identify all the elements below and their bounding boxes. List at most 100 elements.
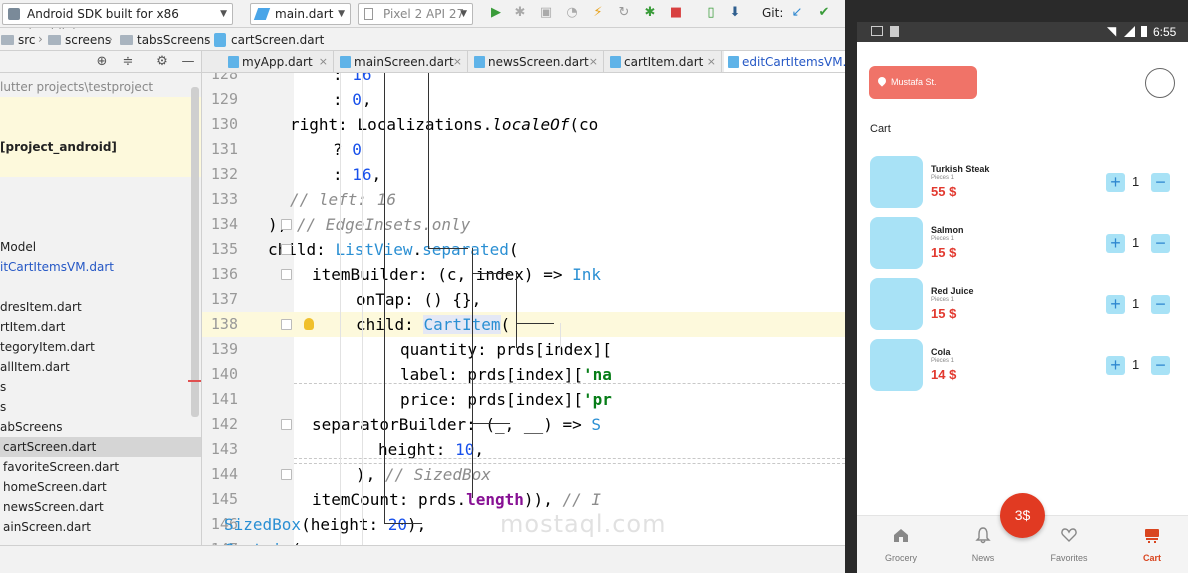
nav-label: Grocery [884,553,917,563]
profile-icon[interactable]: ◔ [564,5,580,21]
tree-item-label: favoriteScreen.dart [3,460,120,474]
tree-item[interactable] [0,197,201,217]
indent-guide [472,423,510,424]
code-editor[interactable]: 128: 16 129: 0, 130 right: Localizations.lo… [202,73,845,545]
tree-item-label: homeScreen.dart [3,480,107,494]
hide-panel-icon[interactable]: — [180,54,196,70]
breadcrumb-item[interactable]: screens [48,32,111,48]
tree-item[interactable]: abScreens [0,417,201,437]
quantity-value: 1 [1132,235,1140,250]
tree-item[interactable]: lutter projects\testproject [0,77,201,97]
sdk-manager-icon[interactable]: ⬇ [727,5,743,21]
code-line: 147Contain( [202,537,845,545]
code-line: 141 price: prds[index]['pr [202,387,845,412]
indent-guide [516,323,554,324]
dotted-separator [294,458,845,459]
editor-tab[interactable]: editCartItemsVM.d [724,51,845,72]
tree-item-label: ainScreen.dart [3,520,91,534]
gear-icon[interactable]: ⚙ [154,54,170,70]
code-line: 138 child: CartItem( [202,312,845,337]
collapse-all-icon[interactable]: ≑ [120,54,136,70]
breadcrumb-separator: › [38,32,43,46]
tree-item-label: Model [0,240,37,254]
stop-icon[interactable]: ■ [668,5,684,21]
breadcrumb: src › screens › tabsScreens › cartScreen… [0,29,845,51]
decrease-quantity-button[interactable]: − [1151,295,1170,314]
close-icon[interactable]: × [707,51,716,72]
tree-item[interactable]: rtItem.dart [0,317,201,337]
fold-marker-icon[interactable] [281,469,292,480]
increase-quantity-button[interactable]: + [1106,295,1125,314]
editor-tab-label: cartItem.dart [624,55,704,69]
tree-item[interactable]: dresItem.dart [0,297,201,317]
close-icon[interactable]: × [589,51,598,72]
tree-item[interactable] [0,157,201,177]
cart-total-button[interactable]: 3$ [1000,493,1045,538]
sd-card-icon [890,26,899,37]
fold-marker-icon[interactable] [281,219,292,230]
editor-tab[interactable]: newsScreen.dart × [470,51,604,72]
editor-tab[interactable]: myApp.dart × [224,51,334,72]
device-selector[interactable]: Android SDK built for x86 (mobile) ▼ [2,3,233,41]
breadcrumb-item[interactable]: tabsScreens [120,32,210,48]
target-icon[interactable]: ⊕ [94,54,110,70]
tree-item[interactable] [0,177,201,197]
tree-item[interactable] [0,277,201,297]
increase-quantity-button[interactable]: + [1106,173,1125,192]
tree-item[interactable]: favoriteScreen.dart [0,457,201,477]
project-scrollbar[interactable] [191,87,199,417]
editor-tab-label: editCartItemsVM.d [742,55,845,69]
tree-item[interactable]: Model [0,237,201,257]
lightbulb-icon[interactable] [304,318,314,330]
breadcrumb-item[interactable]: src [1,32,36,48]
coverage-icon[interactable]: ▣ [538,5,554,21]
decrease-quantity-button[interactable]: − [1151,173,1170,192]
decrease-quantity-button[interactable]: − [1151,234,1170,253]
tree-item[interactable]: homeScreen.dart [0,477,201,497]
hot-reload-icon[interactable]: ⚡ [590,5,606,21]
tree-item[interactable]: allItem.dart [0,357,201,377]
attach-debugger-icon[interactable]: ✱ [642,5,658,21]
fold-marker-icon[interactable] [281,269,292,280]
avatar[interactable] [1145,68,1175,98]
git-commit-icon[interactable]: ✔ [816,5,832,21]
tree-item-label: dresItem.dart [0,300,82,314]
code-text: child: ListView.separated( [268,240,519,259]
tree-item[interactable]: s [0,397,201,417]
git-update-icon[interactable]: ↙ [789,5,805,21]
increase-quantity-button[interactable]: + [1106,356,1125,375]
fold-marker-icon[interactable] [281,244,292,255]
tree-item[interactable]: newsScreen.dart [0,497,201,517]
run-icon[interactable]: ▶ [488,5,504,21]
fold-marker-icon[interactable] [281,319,292,330]
fold-marker-icon[interactable] [281,419,292,430]
dart-file-icon [610,56,621,68]
tree-item[interactable]: ainScreen.dart [0,517,201,537]
decrease-quantity-button[interactable]: − [1151,356,1170,375]
tree-item[interactable] [0,97,201,117]
flutter-icon [253,8,271,20]
close-icon[interactable]: × [319,51,328,72]
device-manager-icon[interactable]: ▯ [703,5,719,21]
tree-item[interactable]: [project_android] [0,137,201,157]
debug-icon[interactable]: ✱ [512,5,528,21]
breadcrumb-item[interactable]: cartScreen.dart [214,32,324,48]
hot-restart-icon[interactable]: ↻ [616,5,632,21]
line-number: 145 [210,490,238,508]
tree-item[interactable] [0,217,201,237]
editor-tab[interactable]: cartItem.dart × [606,51,722,72]
avd-selector[interactable]: Pixel 2 API 27 ▼ [358,3,473,25]
tree-item[interactable]: s [0,377,201,397]
product-image [870,278,923,330]
run-config-selector[interactable]: main.dart ▼ [250,3,351,25]
tree-item[interactable] [0,117,201,137]
code-line: 131 ? 0 [202,137,845,162]
tree-item[interactable]: itCartItemsVM.dart [0,257,201,277]
tree-item[interactable]: tegoryItem.dart [0,337,201,357]
nav-label: Cart [1142,553,1161,563]
tree-item[interactable]: cartScreen.dart [0,437,201,457]
editor-tab[interactable]: mainScreen.dart × [336,51,468,72]
close-icon[interactable]: × [453,51,462,72]
location-button[interactable]: Mustafa St. [869,66,977,99]
increase-quantity-button[interactable]: + [1106,234,1125,253]
